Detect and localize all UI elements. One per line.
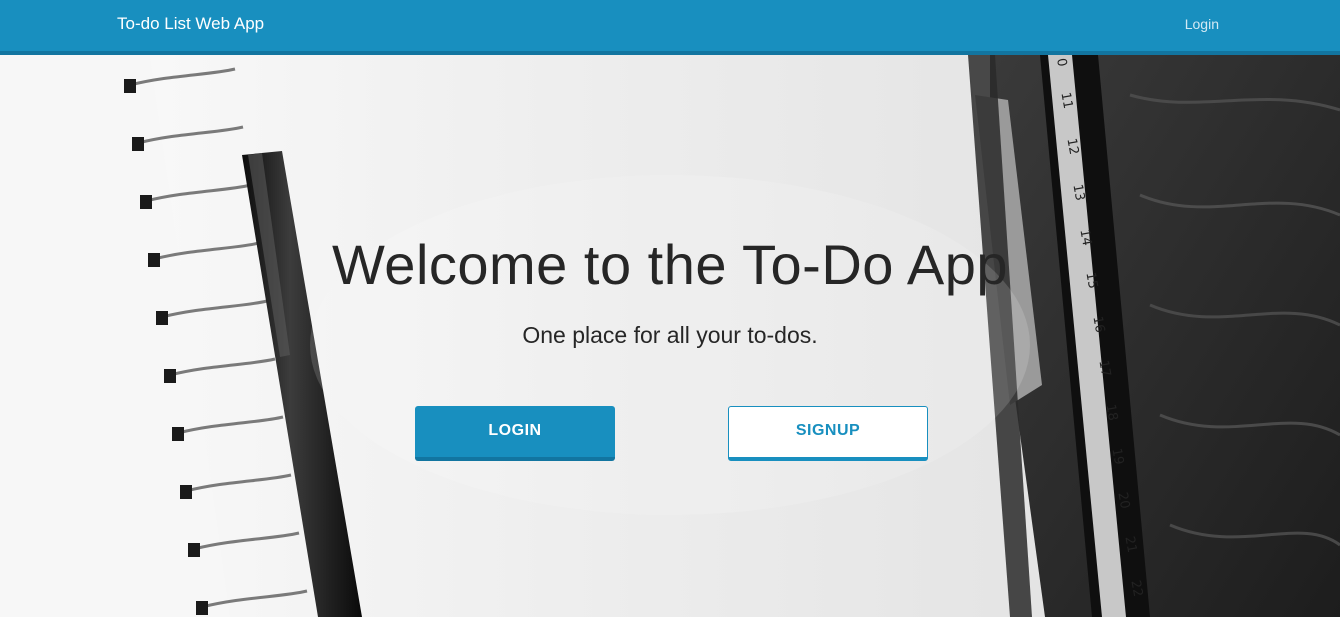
hero-title: Welcome to the To-Do App xyxy=(331,233,1009,296)
brand-link[interactable]: To-do List Web App xyxy=(117,14,264,34)
page: To-do List Web App Login 0 11 12 13 14 1… xyxy=(0,0,1340,617)
nav-login-link[interactable]: Login xyxy=(1185,16,1219,32)
login-button[interactable]: LOGIN xyxy=(415,406,615,461)
hero-section: 0 11 12 13 14 15 16 17 18 19 20 21 22 We… xyxy=(0,55,1340,617)
hero-subtitle: One place for all your to-dos. xyxy=(522,322,818,348)
signup-button[interactable]: SIGNUP xyxy=(728,406,928,461)
top-navbar: To-do List Web App Login xyxy=(0,0,1340,55)
